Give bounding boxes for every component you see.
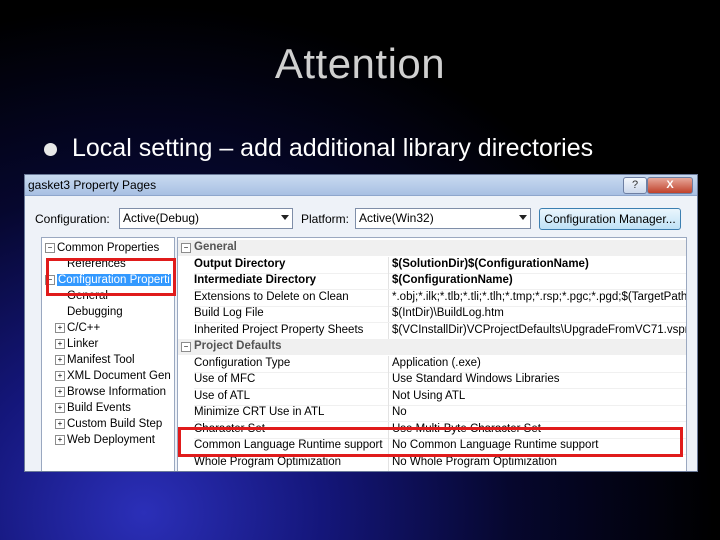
expand-icon[interactable]: + — [55, 323, 65, 333]
column-divider — [388, 306, 389, 322]
expand-icon[interactable]: + — [55, 339, 65, 349]
tree-item-label: C/C++ — [67, 322, 101, 334]
expand-icon[interactable]: + — [55, 387, 65, 397]
property-value[interactable]: No Whole Program Optimization — [392, 456, 686, 468]
highlight-box-configuration-properties — [46, 258, 176, 296]
tree-item-label: Web Deployment — [67, 434, 155, 446]
bullet-text: Local setting – add additional library d… — [72, 134, 594, 162]
property-value[interactable]: Use Standard Windows Libraries — [392, 373, 686, 385]
property-name: Configuration Type — [194, 356, 291, 369]
configuration-value: Active(Debug) — [123, 211, 200, 225]
bullet-item: Local setting – add additional library d… — [40, 134, 700, 164]
close-button[interactable]: X — [647, 177, 693, 194]
tree-item[interactable]: + C/C++ — [55, 322, 100, 338]
property-row[interactable]: Inherited Project Property Sheets $(VCIns… — [194, 322, 686, 340]
property-name: Intermediate Directory — [194, 274, 317, 286]
configuration-label: Configuration: — [35, 212, 110, 226]
bullet-dot-icon — [44, 143, 57, 156]
property-value[interactable]: $(IntDir)\BuildLog.htm — [392, 307, 686, 319]
tree-item[interactable]: + Linker — [55, 338, 98, 354]
expand-icon[interactable]: + — [55, 371, 65, 381]
property-row[interactable]: Minimize CRT Use in ATL No — [194, 405, 686, 422]
property-name: Minimize CRT Use in ATL — [194, 406, 325, 418]
highlight-box-clr-support — [178, 427, 683, 457]
expand-icon[interactable]: + — [55, 435, 65, 445]
platform-select[interactable]: Active(Win32) — [355, 208, 531, 229]
grid-category[interactable]: − Project Defaults — [178, 339, 686, 355]
tree-item[interactable]: − Common Properties — [45, 242, 159, 258]
property-row[interactable]: Use of MFC Use Standard Windows Libraries — [194, 372, 686, 389]
expand-icon[interactable]: + — [55, 355, 65, 365]
property-name: Use of ATL — [194, 389, 251, 402]
property-name: Build Log File — [194, 307, 264, 319]
property-row[interactable]: Use of ATL Not Using ATL — [194, 388, 686, 406]
configuration-manager-button[interactable]: Configuration Manager... — [539, 208, 681, 230]
property-value[interactable]: $(ConfigurationName) — [392, 274, 686, 286]
configuration-select[interactable]: Active(Debug) — [119, 208, 293, 229]
tree-item[interactable]: + Manifest Tool — [55, 354, 135, 370]
column-divider — [388, 388, 389, 405]
tree-item[interactable]: + Build Events — [55, 402, 131, 418]
tree-item[interactable]: + Web Deployment — [55, 434, 155, 450]
property-name: Use of MFC — [194, 373, 256, 385]
property-row[interactable]: Intermediate Directory $(ConfigurationNam… — [194, 273, 686, 290]
tree-item-label: Custom Build Step — [67, 418, 163, 430]
column-divider — [388, 322, 389, 339]
grid-category-label: General — [194, 241, 237, 253]
slide-title: Attention — [274, 40, 446, 87]
tree-item-label: Linker — [67, 338, 99, 350]
tree-item[interactable]: Debugging — [55, 306, 123, 322]
platform-label: Platform: — [301, 212, 350, 226]
column-divider — [388, 256, 389, 273]
property-name: Output Directory — [194, 257, 286, 270]
property-value[interactable]: $(SolutionDir)$(ConfigurationName) — [392, 258, 686, 270]
property-name: Inherited Project Property Sheets — [194, 323, 364, 336]
property-row[interactable]: Whole Program Optimization No Whole Progr… — [194, 454, 686, 471]
property-row[interactable]: Build Log File $(IntDir)\BuildLog.htm — [194, 306, 686, 323]
tree-item-label: Manifest Tool — [67, 354, 135, 366]
property-name: Extensions to Delete on Clean — [194, 290, 349, 303]
expand-icon[interactable]: + — [55, 419, 65, 429]
property-row[interactable]: Output Directory $(SolutionDir)$(Configur… — [194, 256, 686, 274]
column-divider — [388, 355, 389, 372]
tree-item-label: Browse Information — [67, 386, 167, 398]
tree-item-label: Debugging — [67, 306, 123, 318]
tree-item-label: Common Properties — [57, 242, 160, 254]
property-row[interactable]: Configuration Type Application (.exe) — [194, 355, 686, 373]
chevron-down-icon — [519, 215, 527, 220]
grid-category-label: Project Defaults — [194, 340, 282, 352]
platform-value: Active(Win32) — [359, 211, 434, 225]
property-value[interactable]: $(VCInstallDir)VCProjectDefaults\Upgrade… — [392, 324, 686, 336]
property-row[interactable]: Extensions to Delete on Clean *.obj;*.ilk… — [194, 289, 686, 307]
help-button[interactable]: ? — [623, 177, 647, 194]
expand-icon[interactable]: + — [55, 403, 65, 413]
column-divider — [388, 273, 389, 289]
property-value[interactable]: Application (.exe) — [392, 357, 686, 369]
tree-item[interactable]: + XML Document Gen — [55, 370, 171, 386]
column-divider — [388, 289, 389, 306]
column-divider — [388, 372, 389, 388]
chevron-down-icon — [281, 215, 289, 220]
tree-item-label: XML Document Gen — [67, 370, 171, 382]
dialog-title: gasket3 Property Pages — [28, 178, 157, 192]
collapse-icon[interactable]: − — [181, 342, 191, 352]
property-value[interactable]: *.obj;*.ilk;*.tlb;*.tli;*.tlh;*.tmp;*.rs… — [392, 291, 686, 303]
grid-category[interactable]: − General — [178, 240, 686, 256]
tree-item-label: Build Events — [67, 402, 131, 414]
collapse-icon[interactable]: − — [181, 243, 191, 253]
tree-item[interactable]: + Custom Build Step — [55, 418, 162, 434]
property-value[interactable]: Not Using ATL — [392, 390, 686, 402]
collapse-icon[interactable]: − — [45, 243, 55, 253]
dialog-titlebar[interactable]: gasket3 Property Pages ? X — [25, 175, 697, 196]
property-value[interactable]: No — [392, 406, 686, 418]
property-name: Whole Program Optimization — [194, 455, 341, 468]
column-divider — [388, 405, 389, 421]
tree-item[interactable]: + Browse Information — [55, 386, 166, 402]
